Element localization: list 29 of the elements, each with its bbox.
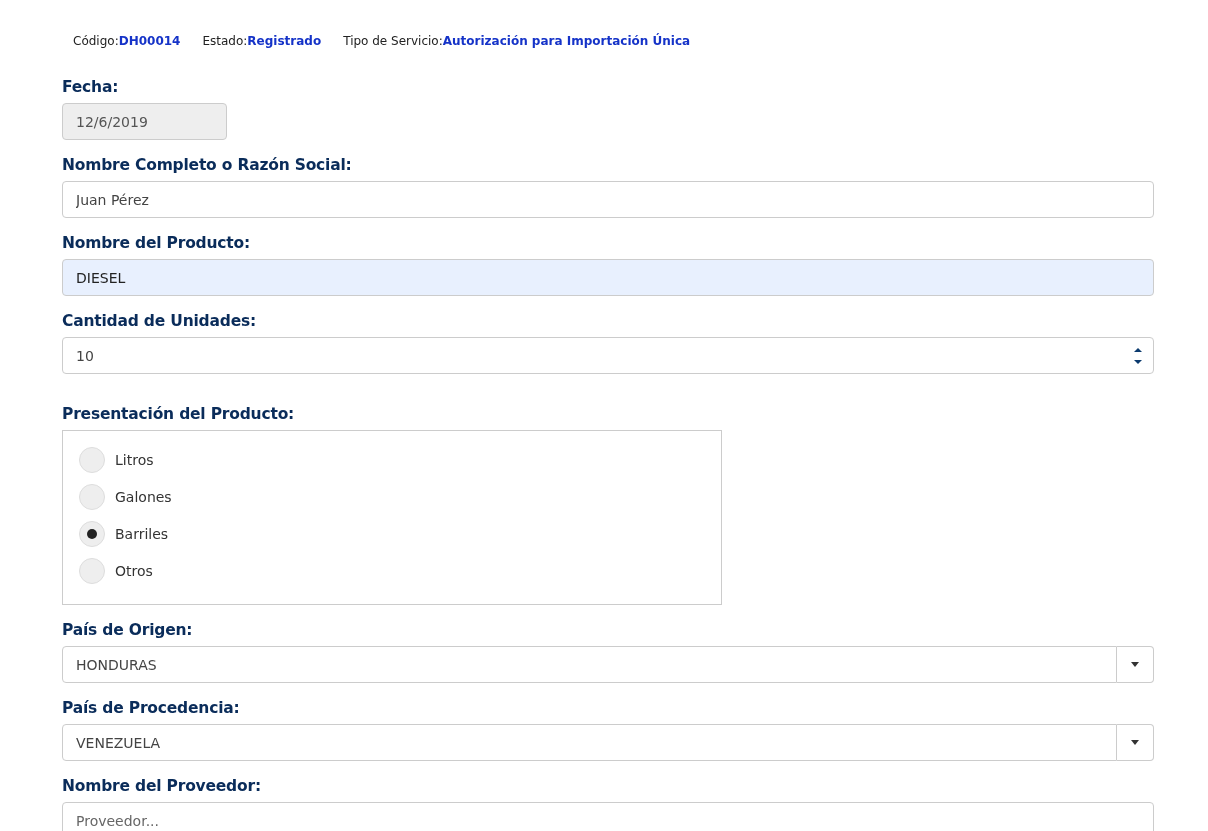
status-text: Tipo de Servicio:Autorización para Importación Única — [343, 34, 691, 50]
dropdown-field[interactable]: HONDURAS — [62, 646, 1117, 683]
field-label: Fecha: — [62, 77, 120, 98]
caret-icon — [1131, 662, 1139, 667]
caret-icon — [1131, 740, 1139, 745]
radio-button[interactable] — [79, 521, 105, 547]
text-field[interactable]: DIESEL — [62, 259, 1154, 296]
status-text: Código:DH00014 — [73, 34, 181, 50]
number-field[interactable]: 10 — [62, 337, 1154, 374]
radio-label[interactable]: Litros — [115, 452, 154, 468]
field-label: Nombre del Producto: — [62, 233, 251, 254]
radio-label[interactable]: Otros — [115, 563, 153, 579]
radio-label[interactable]: Barriles — [115, 526, 169, 542]
field-label: Nombre Completo o Razón Social: — [62, 155, 353, 176]
field-label: Nombre del Proveedor: — [62, 776, 262, 797]
status-text: Estado:Registrado — [202, 34, 322, 50]
field-label: Presentación del Producto: — [62, 404, 296, 425]
dropdown-button[interactable] — [1117, 646, 1154, 683]
radio-button[interactable] — [79, 484, 105, 510]
text-field[interactable]: Proveedor... — [62, 802, 1154, 831]
dropdown-button[interactable] — [1117, 724, 1154, 761]
radio-label[interactable]: Galones — [115, 489, 172, 505]
radio-button[interactable] — [79, 447, 105, 473]
field-label: País de Origen: — [62, 620, 194, 641]
dropdown-field[interactable]: VENEZUELA — [62, 724, 1117, 761]
field-label: País de Procedencia: — [62, 698, 241, 719]
field-label: Cantidad de Unidades: — [62, 311, 257, 332]
text-field[interactable]: Juan Pérez — [62, 181, 1154, 218]
radio-button[interactable] — [79, 558, 105, 584]
